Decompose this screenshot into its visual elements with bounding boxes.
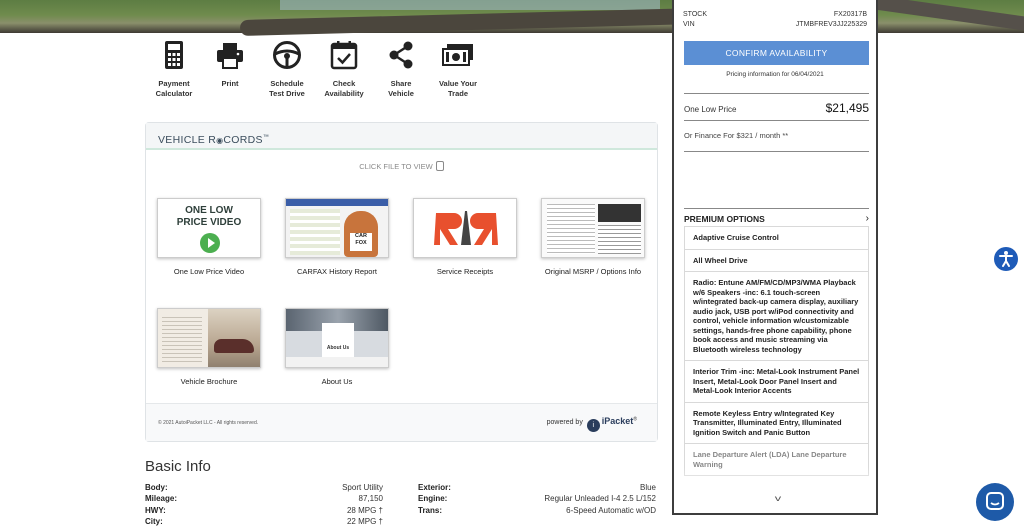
stock-row: STOCK FX20317B	[683, 11, 867, 18]
accessibility-button[interactable]	[994, 247, 1018, 271]
carfax-fox-mascot: CAR FOX	[344, 211, 378, 257]
file-one-low-price-video[interactable]: ONE LOW PRICE VIDEO One Low Price Video	[157, 198, 261, 276]
premium-options-header[interactable]: PREMIUM OPTIONS ›	[684, 213, 869, 224]
steering-wheel-icon	[273, 41, 301, 69]
records-footer: © 2021 AutoiPacket LLC - All rights rese…	[146, 403, 657, 441]
premium-options-list: Adaptive Cruise Control All Wheel Drive …	[684, 226, 869, 508]
option-item: All Wheel Drive	[684, 249, 869, 272]
vehicle-records-panel: VEHICLE R◉CORDS™ CLICK FILE TO VIEW ONE …	[145, 122, 658, 442]
option-item: Adaptive Cruise Control	[684, 226, 869, 250]
chat-icon	[986, 492, 1004, 510]
pricing-card: STOCK FX20317B VIN JTMBFREV3JJ225329 CONFI…	[672, 0, 878, 515]
printer-icon	[217, 43, 243, 69]
calendar-check-icon	[330, 41, 358, 70]
click-file-hint: CLICK FILE TO VIEW	[146, 161, 657, 171]
chevron-right-icon: ›	[865, 213, 869, 224]
pointer-hand-icon	[435, 161, 444, 171]
basic-info-title: Basic Info	[145, 458, 211, 475]
action-label: Payment Calculator	[155, 79, 193, 98]
option-item: Remote Keyless Entry w/Integrated Key Tr…	[684, 402, 869, 444]
action-label: Check Availability	[324, 79, 364, 98]
file-caption: Original MSRP / Options Info	[544, 267, 642, 276]
file-carfax-history-report[interactable]: CAR FOX CARFAX History Report	[285, 198, 389, 276]
divider	[684, 120, 869, 121]
service-receipts-logo	[434, 211, 498, 245]
file-thumbnail	[413, 198, 517, 258]
file-service-receipts[interactable]: Service Receipts	[413, 198, 517, 276]
file-caption: Service Receipts	[436, 267, 494, 276]
vehicle-records-header: VEHICLE R◉CORDS™	[146, 123, 657, 150]
share-icon	[389, 41, 413, 69]
calculator-icon	[165, 41, 183, 69]
chevron-down-icon[interactable]: v	[775, 494, 781, 503]
schedule-test-drive-button[interactable]: Schedule Test Drive	[259, 40, 315, 99]
file-about-us[interactable]: About Us About Us	[285, 308, 389, 386]
action-label: Value Your Trade	[438, 79, 478, 98]
file-original-msrp-options[interactable]: Original MSRP / Options Info	[541, 198, 645, 276]
car-image	[214, 339, 254, 353]
file-caption: One Low Price Video	[173, 267, 245, 276]
play-icon	[200, 233, 220, 253]
action-label: Print	[221, 79, 239, 88]
action-label: Schedule Test Drive	[269, 79, 305, 98]
vehicle-records-title: VEHICLE R◉CORDS™	[158, 134, 270, 146]
divider	[684, 93, 869, 94]
file-thumbnail: ONE LOW PRICE VIDEO	[157, 198, 261, 258]
accessibility-icon	[999, 251, 1013, 267]
option-item: Interior Trim -inc: Metal-Look Instrumen…	[684, 361, 869, 403]
options-fade	[684, 468, 869, 510]
price-value: $21,495	[825, 101, 869, 115]
divider	[684, 151, 869, 152]
file-thumbnail: About Us	[285, 308, 389, 368]
file-caption: Vehicle Brochure	[180, 377, 238, 386]
file-caption: About Us	[321, 377, 353, 386]
confirm-availability-button[interactable]: CONFIRM AVAILABILITY	[684, 41, 869, 65]
vehicle-detail-page: Payment Calculator Print Schedule Test D…	[0, 0, 1024, 530]
powered-by-ipacket[interactable]: powered by i iPacket®	[547, 416, 637, 432]
action-label: Share Vehicle	[388, 79, 414, 98]
print-button[interactable]: Print	[202, 40, 258, 89]
chat-button[interactable]	[976, 483, 1014, 521]
file-caption: CARFAX History Report	[296, 267, 378, 276]
pricing-date: Pricing information for 06/04/2021	[726, 71, 824, 78]
file-thumbnail	[541, 198, 645, 258]
vin-row: VIN JTMBFREV3JJ225329	[683, 21, 867, 28]
file-thumbnail: CAR FOX	[285, 198, 389, 258]
divider	[684, 208, 869, 209]
option-item: Radio: Entune AM/FM/CD/MP3/WMA Playback …	[684, 272, 869, 361]
value-your-trade-button[interactable]: Value Your Trade	[430, 40, 486, 99]
payment-calculator-button[interactable]: Payment Calculator	[146, 40, 202, 99]
copyright-text: © 2021 AutoiPacket LLC - All rights rese…	[158, 420, 259, 426]
check-availability-button[interactable]: Check Availability	[316, 40, 372, 99]
share-vehicle-button[interactable]: Share Vehicle	[373, 40, 429, 99]
ipacket-logo-icon: i	[586, 419, 600, 432]
file-thumbnail	[157, 308, 261, 368]
finance-offer: Or Finance For $321 / month **	[684, 131, 789, 140]
file-vehicle-brochure[interactable]: Vehicle Brochure	[157, 308, 261, 386]
cash-icon	[442, 44, 473, 66]
quick-actions: Payment Calculator Print Schedule Test D…	[148, 40, 488, 110]
